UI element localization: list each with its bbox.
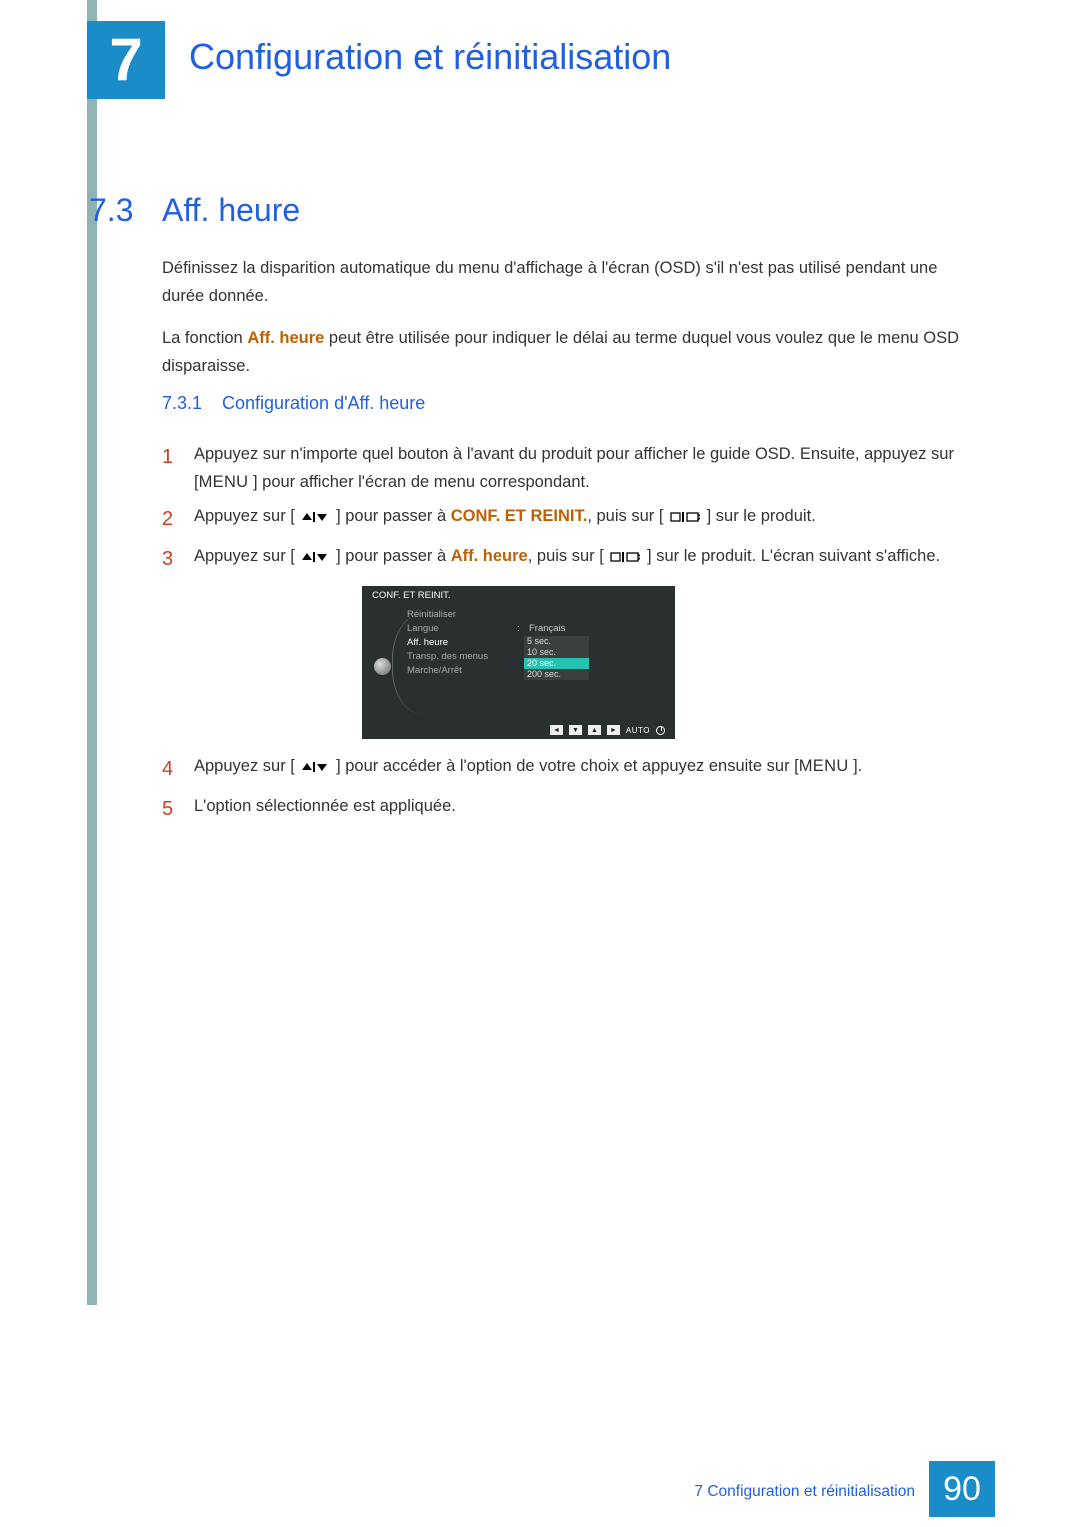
step3-text-d: ] sur le produit. L'écran suivant s'affi… — [642, 547, 940, 565]
step-1: 1 Appuyez sur n'importe quel bouton à l'… — [162, 440, 974, 496]
para2-prefix: La fonction — [162, 329, 247, 347]
step4-text-a: Appuyez sur [ — [194, 757, 299, 775]
osd-down-icon: ▼ — [569, 725, 582, 735]
osd-screenshot: CONF. ET REINIT. RéinitialiserLangue:Fra… — [362, 586, 675, 739]
step-4: 4 Appuyez sur [ ] pour accéder à l'optio… — [162, 752, 974, 786]
subsection-number: 7.3.1 — [162, 393, 202, 414]
step-5: 5 L'option sélectionnée est appliquée. — [162, 792, 974, 826]
step2-text-d: ] sur le produit. — [702, 507, 816, 525]
step2-text-b: ] pour passer à — [331, 507, 450, 525]
osd-knob-icon — [374, 658, 391, 675]
osd-dropdown-option: 20 sec. — [524, 658, 589, 669]
section-body: Définissez la disparition automatique du… — [162, 254, 974, 380]
page-number-badge: 90 — [929, 1461, 995, 1517]
step-number: 2 — [162, 502, 194, 536]
step5-text: L'option sélectionnée est appliquée. — [194, 792, 974, 820]
step-number: 4 — [162, 752, 194, 786]
chapter-number-badge: 7 — [87, 21, 165, 99]
osd-dropdown: 5 sec.10 sec.20 sec.200 sec. — [524, 636, 589, 680]
subsection-title: Configuration d'Aff. heure — [222, 393, 425, 414]
step2-text-c: , puis sur [ — [587, 507, 668, 525]
osd-power-icon — [656, 726, 665, 735]
step3-text-b: ] pour passer à — [331, 547, 450, 565]
conf-reinit-emphasis: CONF. ET REINIT. — [451, 507, 588, 525]
aff-heure-step-emphasis: Aff. heure — [451, 547, 528, 565]
up-down-icon — [301, 511, 329, 523]
osd-left-icon: ◄ — [550, 725, 563, 735]
osd-footer-icons: ◄ ▼ ▲ ► AUTO — [550, 725, 665, 735]
chapter-title: Configuration et réinitialisation — [189, 36, 671, 78]
step4-text-c: ]. — [849, 757, 863, 775]
step-number: 5 — [162, 792, 194, 826]
paragraph-1: Définissez la disparition automatique du… — [162, 254, 974, 310]
select-enter-icon — [670, 511, 700, 523]
step-3: 3 Appuyez sur [ ] pour passer à Aff. heu… — [162, 542, 974, 576]
footer-chapter-label: 7 Configuration et réinitialisation — [694, 1483, 915, 1501]
osd-menu-item: Langue:Français — [407, 622, 609, 636]
paragraph-2: La fonction Aff. heure peut être utilisé… — [162, 324, 974, 380]
up-down-icon — [301, 551, 329, 563]
step2-text-a: Appuyez sur [ — [194, 507, 299, 525]
step-number: 3 — [162, 542, 194, 576]
up-down-icon — [301, 761, 329, 773]
aff-heure-emphasis: Aff. heure — [247, 329, 324, 347]
step4-text-b: ] pour accéder à l'option de votre choix… — [331, 757, 798, 775]
osd-dropdown-option: 200 sec. — [524, 669, 589, 680]
menu-button-label: MENU — [199, 473, 249, 491]
step-2: 2 Appuyez sur [ ] pour passer à CONF. ET… — [162, 502, 974, 536]
osd-up-icon: ▲ — [588, 725, 601, 735]
osd-menu-item: Réinitialiser — [407, 608, 609, 622]
osd-dropdown-option: 10 sec. — [524, 647, 589, 658]
osd-auto-label: AUTO — [626, 726, 650, 735]
section-number: 7.3 — [89, 192, 133, 229]
osd-right-icon: ► — [607, 725, 620, 735]
step-number: 1 — [162, 440, 194, 474]
menu-button-label: MENU — [799, 757, 849, 775]
step1-text-b: ] pour afficher l'écran de menu correspo… — [248, 473, 589, 491]
osd-title: CONF. ET REINIT. — [362, 586, 675, 605]
step3-text-a: Appuyez sur [ — [194, 547, 299, 565]
section-title: Aff. heure — [162, 192, 300, 229]
select-enter-icon — [610, 551, 640, 563]
osd-dropdown-option: 5 sec. — [524, 636, 589, 647]
step3-text-c: , puis sur [ — [528, 547, 609, 565]
